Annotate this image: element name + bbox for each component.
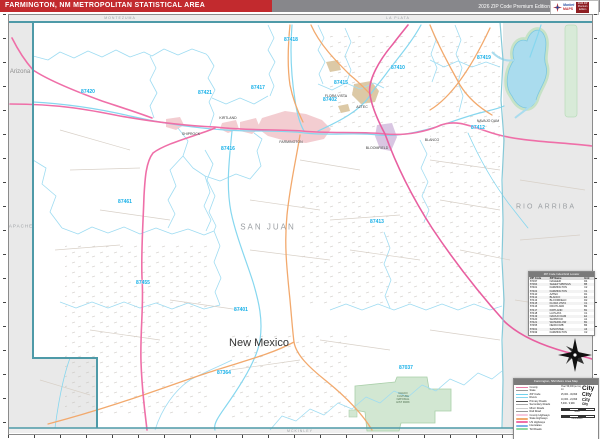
zip-label-87420: 87420 xyxy=(81,89,95,95)
bottom-ruler-ticks xyxy=(8,435,591,438)
zip-label-87461: 87461 xyxy=(118,199,132,205)
label-mckinley: MCKINLEY xyxy=(287,428,313,433)
legend-swatch xyxy=(516,393,528,395)
legend-items: County State ZIP Code Rivers Primary Roads Se… xyxy=(514,385,561,432)
town-label: SHIPROCK xyxy=(181,132,201,136)
zip-index-panel: ZIP Code Index/Grid Locator ZIP Code ZIP … xyxy=(528,271,595,336)
density-label: Over 50,000 per sq mi xyxy=(561,386,581,391)
logo-badge: 2026 ZIP Premium Edition xyxy=(576,2,589,13)
density-row: 5,000 - 9,999 City xyxy=(561,401,597,406)
scalebar-label: Kilometers xyxy=(571,418,583,421)
logo-wordmark: Market MAPS xyxy=(563,3,574,11)
town-label: FARMINGTON xyxy=(279,140,303,144)
zip-label-87364: 87364 xyxy=(217,370,231,376)
label-la-plata: LA PLATA xyxy=(386,16,410,20)
left-ruler-ticks xyxy=(3,14,6,433)
town-label: NAVAJO DAM xyxy=(476,119,500,123)
logo-badge-line: Edition xyxy=(578,7,587,11)
legend-swatch xyxy=(516,400,528,402)
label-apache: APACHE xyxy=(8,223,34,229)
label-san-juan: SAN JUAN xyxy=(240,222,296,232)
density-row: 10,000 - 24,999 City xyxy=(561,397,597,402)
logo-brand-bottom: MAPS xyxy=(563,6,574,11)
header-bar: FARMINGTON, NM METROPOLITAN STATISTICAL … xyxy=(0,0,600,12)
zip-label-87419: 87419 xyxy=(477,55,491,61)
zip-index-cell: C2 xyxy=(584,330,588,334)
scalebar-label: Miles xyxy=(574,411,580,414)
town-label: BLOOMFIELD xyxy=(365,146,389,150)
zip-label-87417: 87417 xyxy=(251,85,265,91)
legend-swatch xyxy=(516,417,528,420)
zip-label-87412: 87412 xyxy=(471,125,485,131)
zip-index-table: ZIP Code ZIP Name Grid 87037 NAGEEZI D4 87364… xyxy=(529,277,594,334)
map-title: FARMINGTON, NM METROPOLITAN STATISTICAL … xyxy=(5,2,206,9)
town-label: FLORA VISTA xyxy=(324,94,348,98)
edition-label: 2026 ZIP Code Premium Edition xyxy=(478,3,550,10)
zip-label-87418: 87418 xyxy=(284,37,298,43)
label-arizona: Arizona xyxy=(9,69,31,75)
scalebar: Kilometers xyxy=(561,414,597,421)
zip-label-87415: 87415 xyxy=(334,80,348,86)
map-neatline xyxy=(8,14,593,435)
zip-index-cell: FARMINGTON xyxy=(549,330,567,334)
density-label: 25,000 - 49,999 xyxy=(561,393,578,396)
zip-label-87413: 87413 xyxy=(370,219,384,225)
legend-item: Toll Roads xyxy=(516,428,560,432)
legend-swatch xyxy=(516,428,528,431)
compass-rose-icon xyxy=(558,338,592,372)
legend-swatch xyxy=(516,390,528,392)
logo-star-icon xyxy=(553,3,562,12)
density-city-sample: City xyxy=(582,401,589,406)
town-label: KIRTLAND xyxy=(219,116,237,120)
legend-density: Over 50,000 per sq mi City 25,000 - 49,999… xyxy=(561,385,598,432)
legend-item-label: Toll Roads xyxy=(529,427,542,431)
right-ruler-ticks xyxy=(594,14,597,433)
zip-label-87421: 87421 xyxy=(198,90,212,96)
town-label: AZTEC xyxy=(356,105,368,109)
legend-scalebars: Miles Kilometers xyxy=(561,407,597,421)
density-label: 5,000 - 9,999 xyxy=(561,403,575,406)
label-montezuma: MONTEZUMA xyxy=(104,16,136,20)
density-row: 25,000 - 49,999 City xyxy=(561,392,597,398)
legend-swatch xyxy=(516,386,528,388)
label-rio-arriba: RIO ARRIBA xyxy=(515,203,577,211)
chaco-park-label: CHACO CULTURE NATIONAL HIST PARK xyxy=(396,392,409,404)
zip-label-87037: 87037 xyxy=(399,365,413,371)
park-label-line: HIST PARK xyxy=(396,401,410,404)
zip-label-87416: 87416 xyxy=(221,146,235,152)
label-new-mexico: New Mexico xyxy=(229,337,289,349)
legend-panel: Farmington, NM Metro Area Map County Stat… xyxy=(513,378,599,439)
zip-label-87401: 87401 xyxy=(234,307,248,313)
zip-index-cell: 87499 xyxy=(530,330,538,334)
legend-swatch xyxy=(516,404,528,406)
zip-index-row: 87499 FARMINGTON C2 xyxy=(529,331,594,334)
town-label: BLANCO xyxy=(424,138,440,142)
legend-swatch xyxy=(516,424,528,427)
density-label: 10,000 - 24,999 xyxy=(561,399,578,402)
map-sheet: FARMINGTON, NM METROPOLITAN STATISTICAL … xyxy=(0,0,600,439)
legend-swatch xyxy=(516,411,528,413)
zip-label-87455: 87455 xyxy=(136,280,150,286)
zip-label-87410: 87410 xyxy=(391,65,405,71)
publisher-logo: Market MAPS 2026 ZIP Premium Edition xyxy=(550,0,599,15)
legend-swatch xyxy=(516,397,528,399)
legend-swatch xyxy=(516,407,528,409)
scalebar: Miles xyxy=(561,407,597,414)
